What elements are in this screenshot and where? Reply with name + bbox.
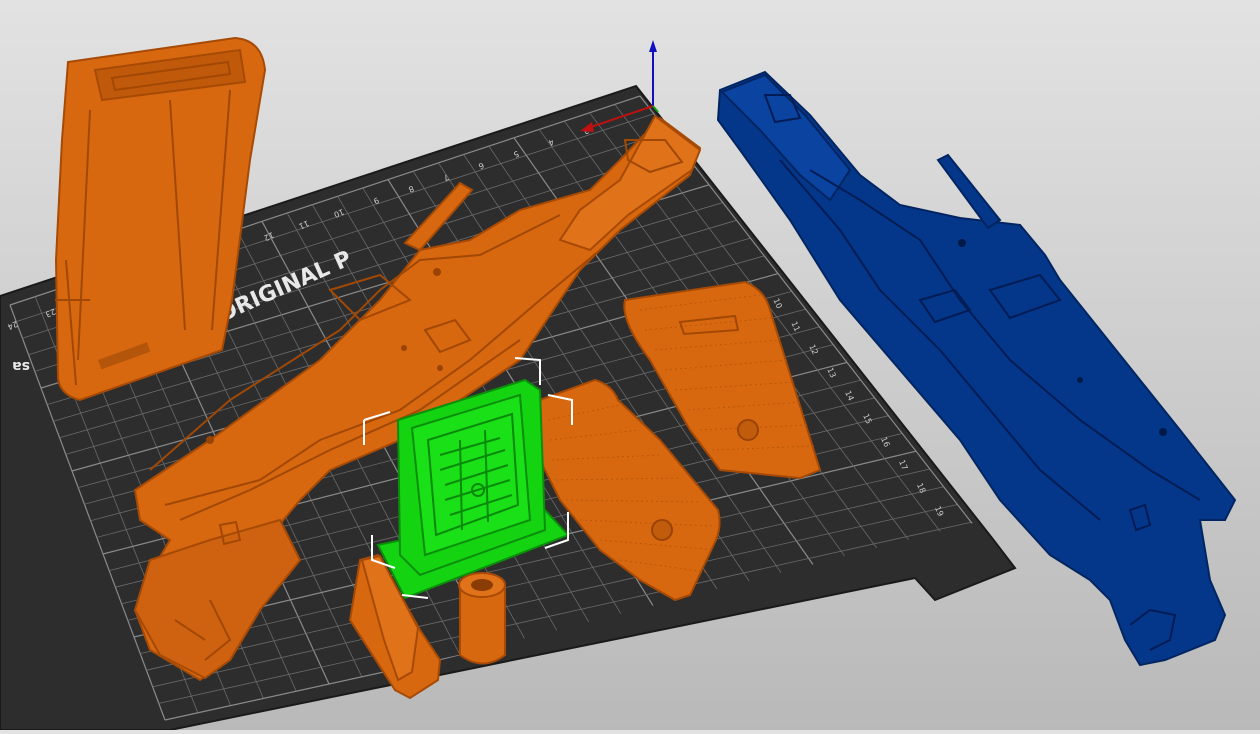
z-axis-arrow bbox=[649, 40, 657, 52]
blue-hole-1 bbox=[958, 239, 966, 247]
rifle-hole-2 bbox=[401, 345, 407, 351]
bed-label-right: sa bbox=[12, 358, 30, 374]
rifle-hole-3 bbox=[437, 365, 443, 371]
blue-hole-3 bbox=[1159, 428, 1167, 436]
blue-hole-2 bbox=[1077, 377, 1083, 383]
object-small-cylinder[interactable] bbox=[458, 572, 506, 665]
3d-viewport[interactable]: 3456789101112131415110111213141516171819… bbox=[0, 0, 1260, 731]
grip-panel-right-hole bbox=[737, 419, 759, 441]
cylinder-hole bbox=[471, 579, 493, 591]
rifle-hole-1 bbox=[433, 268, 441, 276]
rifle-hole-4 bbox=[206, 436, 214, 444]
grip-panel-left-hole bbox=[651, 519, 673, 541]
